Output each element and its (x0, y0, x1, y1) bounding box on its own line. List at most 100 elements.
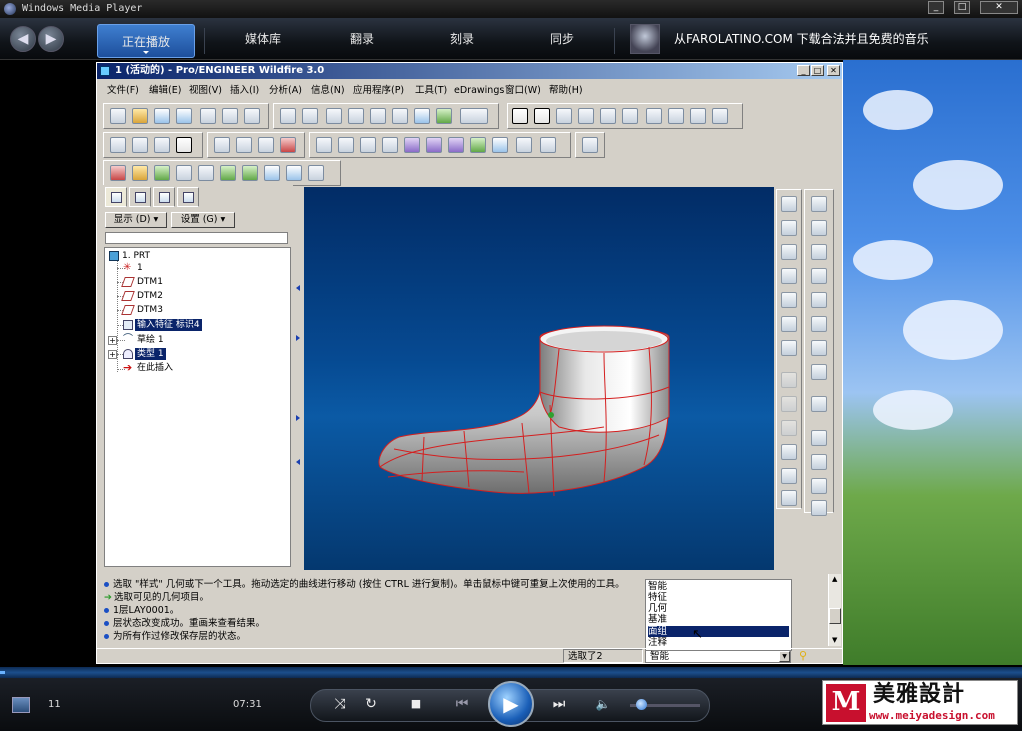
print-preview-icon[interactable] (222, 108, 238, 124)
save-icon[interactable] (154, 108, 170, 124)
collapse-left-icon[interactable] (296, 459, 300, 465)
expand-style-button[interactable]: + (108, 350, 117, 359)
delete-analysis-icon[interactable] (540, 137, 556, 153)
datum-point-icon[interactable] (811, 292, 827, 308)
menu-view[interactable]: 视图(V) (189, 84, 222, 98)
model-display-icon[interactable] (286, 165, 302, 181)
menu-insert[interactable]: 插入(I) (230, 84, 259, 98)
sketched-curve-icon[interactable] (811, 268, 827, 284)
render-setup-icon[interactable] (198, 165, 214, 181)
spin-center-icon[interactable] (534, 108, 550, 124)
expand-right-icon[interactable] (296, 335, 300, 341)
volume-knob[interactable] (636, 699, 647, 710)
tree-item-import-feature[interactable]: 输入特征 标识4 (135, 319, 202, 331)
filter-option-feature[interactable]: 特征 (648, 592, 789, 603)
wireframe-icon[interactable] (110, 137, 126, 153)
tab-now-playing[interactable]: 正在播放 (97, 24, 195, 58)
tab-sync[interactable]: 同步 (530, 22, 594, 56)
paste-icon[interactable] (370, 108, 386, 124)
draft-feature-icon[interactable] (781, 444, 797, 460)
draft-icon[interactable] (470, 137, 486, 153)
tab-connections[interactable] (177, 187, 199, 207)
shade-analysis-icon[interactable] (516, 137, 532, 153)
datum-axis-display-icon[interactable] (236, 137, 252, 153)
datum-axis-icon[interactable] (811, 244, 827, 260)
menu-edit[interactable]: 编辑(E) (149, 84, 181, 98)
zoom-in-icon[interactable] (578, 108, 594, 124)
panel-sash[interactable] (295, 187, 303, 570)
save-copy-icon[interactable] (176, 108, 192, 124)
stop-icon[interactable]: ■ (406, 694, 426, 714)
repaint-icon[interactable] (512, 108, 528, 124)
wmp-minimize-button[interactable]: _ (928, 1, 944, 14)
shading-icon[interactable] (176, 137, 192, 153)
shell-icon[interactable] (781, 396, 797, 412)
tree-item-insert-here[interactable]: 在此插入 (137, 362, 173, 374)
datum-plane-display-icon[interactable] (214, 137, 230, 153)
csys-tool-icon[interactable] (811, 316, 827, 332)
paste-special-icon[interactable] (392, 108, 408, 124)
tab-folder-browser[interactable] (129, 187, 151, 207)
tab-model-tree[interactable] (105, 187, 127, 207)
scroll-down-icon[interactable]: ▼ (832, 636, 837, 644)
hole-icon[interactable] (781, 372, 797, 388)
forward-button[interactable]: ▶ (38, 26, 64, 52)
regenerate-icon[interactable] (414, 108, 430, 124)
tree-item-dtm3[interactable]: DTM3 (137, 304, 163, 316)
warp-icon[interactable] (781, 316, 797, 332)
tree-item-csys[interactable]: 1 (137, 262, 143, 274)
offset-icon[interactable] (448, 137, 464, 153)
room-icon[interactable] (154, 165, 170, 181)
tree-settings-button[interactable]: 设置 (G) ▾ (171, 212, 235, 228)
mass-icon[interactable] (382, 137, 398, 153)
tree-show-button[interactable]: 显示 (D) ▾ (105, 212, 167, 228)
menu-applications[interactable]: 应用程序(P) (353, 84, 404, 98)
menu-window[interactable]: 窗口(W) (505, 84, 541, 98)
section-icon[interactable] (426, 137, 442, 153)
extrude-icon[interactable] (781, 196, 797, 212)
freeform-icon[interactable] (781, 340, 797, 356)
status-light-icon[interactable]: ⚲ (799, 649, 809, 662)
next-icon[interactable]: ⏭ (541, 694, 577, 714)
tab-library[interactable]: 媒体库 (226, 22, 300, 56)
tree-filter-input[interactable] (105, 232, 288, 244)
print-icon[interactable] (200, 108, 216, 124)
cut-icon[interactable] (326, 108, 342, 124)
expand-sketch-button[interactable]: + (108, 336, 117, 345)
light-icon[interactable] (132, 165, 148, 181)
regen-manager-icon[interactable] (436, 108, 452, 124)
mirror-icon[interactable] (811, 430, 827, 446)
tab-burn[interactable]: 刻录 (430, 22, 494, 56)
rib-icon[interactable] (781, 420, 797, 436)
view-manager-icon[interactable] (712, 108, 728, 124)
menu-tools[interactable]: 工具(T) (415, 84, 447, 98)
message-scrollbar[interactable]: ▲ ▼ (828, 574, 841, 646)
open-icon[interactable] (132, 108, 148, 124)
proe-close-button[interactable]: ✕ (827, 65, 840, 76)
table-icon[interactable] (360, 137, 376, 153)
seek-bar[interactable] (0, 667, 1022, 678)
repeat-icon[interactable]: ↻ (361, 694, 381, 714)
back-button[interactable]: ◀ (10, 26, 36, 52)
menu-analysis[interactable]: 分析(A) (269, 84, 302, 98)
layers-icon[interactable] (690, 108, 706, 124)
expand-right-icon[interactable] (296, 415, 300, 421)
filter-option-quilt[interactable]: 面组 (648, 626, 789, 637)
filter-option-annotation[interactable]: 注释 (648, 637, 789, 648)
proe-minimize-button[interactable]: _ (797, 65, 810, 76)
new-icon[interactable] (110, 108, 126, 124)
tree-item-dtm2[interactable]: DTM2 (137, 290, 163, 302)
context-help-icon[interactable] (582, 137, 598, 153)
zoom-out-icon[interactable] (600, 108, 616, 124)
saved-views-icon[interactable] (668, 108, 684, 124)
film-icon[interactable] (12, 697, 30, 713)
tab-rip[interactable]: 翻录 (330, 22, 394, 56)
copy-icon[interactable] (348, 108, 364, 124)
filter-option-geometry[interactable]: 几何 (648, 603, 789, 614)
promo-link[interactable]: 从FAROLATINO.COM 下载合法并且免费的音乐 (674, 22, 929, 56)
reflection-icon[interactable] (492, 137, 508, 153)
datum-point-display-icon[interactable] (258, 137, 274, 153)
scroll-thumb[interactable] (829, 608, 841, 624)
play-button[interactable]: ▶ (488, 681, 534, 727)
scroll-up-icon[interactable]: ▲ (832, 575, 837, 583)
